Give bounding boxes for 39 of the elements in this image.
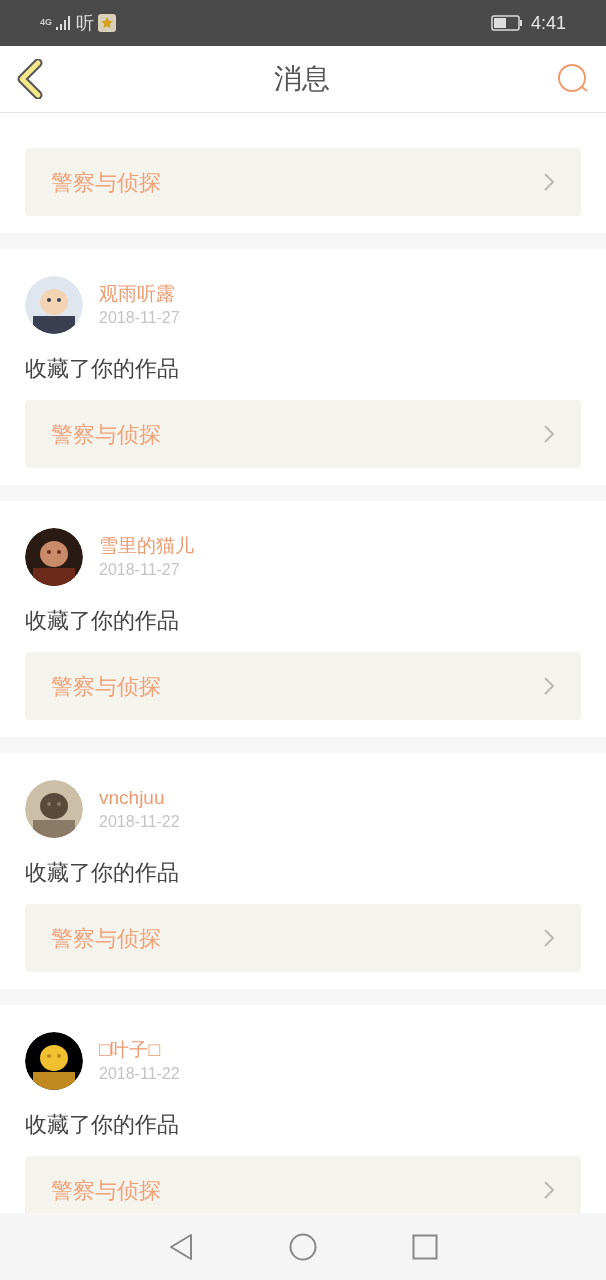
network-label: 4G: [40, 16, 52, 30]
chevron-right-icon: [543, 1180, 555, 1200]
square-icon[interactable]: [412, 1233, 439, 1260]
work-title: 警察与侦探: [51, 1176, 161, 1205]
work-card[interactable]: 警察与侦探: [25, 904, 581, 972]
home-circle-icon[interactable]: [289, 1232, 317, 1261]
work-title: 警察与侦探: [51, 168, 161, 197]
work-card[interactable]: 警察与侦探: [25, 1156, 581, 1213]
message-date: 2018-11-27: [99, 560, 181, 580]
signal-icon: [56, 16, 72, 30]
back-icon: [16, 59, 44, 99]
clock: 4:41: [530, 11, 566, 35]
search-icon: [557, 63, 589, 95]
star-icon: [98, 14, 116, 32]
chevron-right-icon: [543, 928, 555, 948]
user-name[interactable]: 观雨听露: [99, 281, 180, 307]
message-text: 收藏了你的作品: [25, 859, 180, 887]
work-title: 警察与侦探: [51, 420, 161, 449]
back-triangle-icon[interactable]: [167, 1232, 194, 1261]
user-name[interactable]: □叶子□: [99, 1037, 180, 1063]
message-date: 2018-11-22: [99, 1064, 180, 1084]
message-text: 收藏了你的作品: [25, 607, 180, 635]
message-date: 2018-11-22: [99, 812, 180, 832]
chevron-right-icon: [543, 424, 555, 444]
message-text: 收藏了你的作品: [25, 1111, 180, 1139]
chevron-right-icon: [543, 172, 555, 192]
page-title: 消息: [274, 62, 330, 96]
work-card[interactable]: 警察与侦探: [25, 652, 581, 720]
message-text: 收藏了你的作品: [25, 355, 180, 383]
message-date: 2018-11-27: [99, 308, 180, 328]
battery-icon: [490, 15, 523, 31]
work-title: 警察与侦探: [51, 672, 161, 701]
user-name[interactable]: 雪里的猫儿: [99, 533, 194, 559]
app-label: 听: [76, 11, 94, 35]
work-card[interactable]: 警察与侦探: [25, 148, 581, 216]
work-title: 警察与侦探: [51, 924, 161, 953]
work-card[interactable]: 警察与侦探: [25, 400, 581, 468]
chevron-right-icon: [543, 676, 555, 696]
user-name[interactable]: vnchjuu: [99, 785, 180, 811]
